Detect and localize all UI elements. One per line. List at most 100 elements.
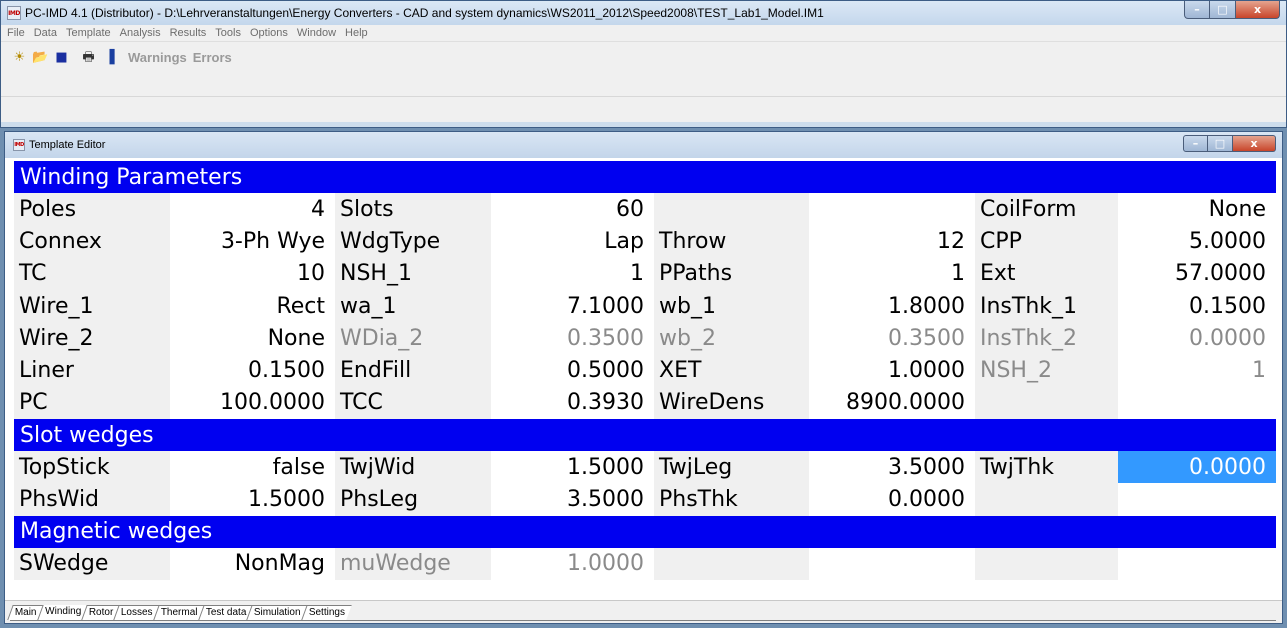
tab-label: Settings [308,607,345,618]
tab-thermal[interactable]: Thermal [153,605,205,620]
parameter-grid: Winding Parameters Poles 4 Slots 60 Coil… [14,161,1276,580]
param-value[interactable]: 57.0000 [1118,257,1276,290]
print-icon[interactable]: 🖶 [80,49,97,66]
param-label: Throw [654,225,809,258]
editor-close-button[interactable]: x [1233,135,1276,152]
minimize-button[interactable]: – [1184,1,1210,19]
menu-help[interactable]: Help [345,27,368,39]
menu-options[interactable]: Options [250,27,288,39]
grid-row: Wire_1 Rect wa_1 7.1000 wb_1 1.8000 InsT… [14,289,1276,323]
maximize-button[interactable]: □ [1210,1,1236,19]
menu-window[interactable]: Window [297,27,336,39]
param-label: Wire_2 [14,322,170,355]
param-value-disabled: 0.3500 [809,322,975,355]
menu-analysis[interactable]: Analysis [120,27,161,39]
param-value[interactable]: 3-Ph Wye [170,225,335,258]
param-value[interactable]: 0.3930 [491,386,654,420]
editor-minimize-button[interactable]: – [1183,135,1208,152]
menu-results[interactable]: Results [170,27,207,39]
param-value[interactable]: 10 [170,257,335,290]
tab-winding[interactable]: Winding [36,605,88,620]
param-value[interactable]: 8900.0000 [809,386,975,420]
menu-tools[interactable]: Tools [215,27,241,39]
param-value[interactable]: 1.5000 [170,483,335,516]
param-value[interactable]: 4 [170,193,335,226]
empty-value-cell [1118,483,1276,516]
tab-simulation[interactable]: Simulation [246,605,308,620]
tab-label: Thermal [160,607,198,618]
param-value[interactable]: 5.0000 [1118,225,1276,258]
grid-row: TC 10 NSH_1 1 PPaths 1 Ext 57.0000 [14,257,1276,290]
template-editor-window: IMD Template Editor – □ x Winding Parame… [4,131,1283,624]
grid-row: TopStick false TwjWid 1.5000 TwjLeg 3.50… [14,451,1276,484]
param-label: NSH_1 [335,257,491,290]
tab-test-data[interactable]: Test data [197,605,253,620]
param-value[interactable]: 1.0000 [809,354,975,387]
param-value[interactable]: 1 [809,257,975,290]
empty-value-cell [809,547,975,580]
param-value[interactable]: Lap [491,225,654,258]
param-label: TopStick [14,451,170,484]
empty-label-cell [975,547,1118,580]
menu-data[interactable]: Data [34,27,57,39]
param-value[interactable]: 3.5000 [491,483,654,516]
param-label: WdgType [335,225,491,258]
param-value[interactable]: None [1118,193,1276,226]
app-icon: IMD [7,6,21,20]
param-label: wb_1 [654,289,809,323]
tab-label: Rotor [88,607,114,618]
param-value-disabled: 0.3500 [491,322,654,355]
param-label-disabled: NSH_2 [975,354,1118,387]
menu-file[interactable]: File [7,27,25,39]
param-value[interactable]: 0.0000 [809,483,975,516]
param-label: TC [14,257,170,290]
param-label-disabled: wb_2 [654,322,809,355]
tab-label: Simulation [254,607,301,618]
param-label: TwjLeg [654,451,809,484]
param-label: PhsThk [654,483,809,516]
errors-button[interactable]: Errors [193,50,232,65]
param-label: SWedge [14,547,170,580]
open-folder-icon[interactable]: 📂 [32,49,49,66]
param-label: Connex [14,225,170,258]
param-value[interactable]: 100.0000 [170,386,335,420]
param-value[interactable]: 60 [491,193,654,226]
selected-param-value[interactable]: 0.0000 [1118,451,1276,484]
param-value[interactable]: Rect [170,289,335,323]
param-value[interactable]: 3.5000 [809,451,975,484]
new-file-icon[interactable]: ☀ [11,49,28,66]
param-value[interactable]: NonMag [170,547,335,580]
param-value[interactable]: 0.1500 [1118,289,1276,323]
param-value[interactable]: 1.5000 [491,451,654,484]
section-slot-wedges: Slot wedges [14,419,1276,452]
editor-maximize-button[interactable]: □ [1208,135,1233,152]
param-value[interactable]: 0.5000 [491,354,654,387]
param-value[interactable]: 12 [809,225,975,258]
menu-template[interactable]: Template [66,27,111,39]
param-value[interactable]: 1.8000 [809,289,975,323]
tab-settings[interactable]: Settings [301,605,352,620]
param-label: Liner [14,354,170,387]
param-value[interactable]: 1 [491,257,654,290]
param-label: Ext [975,257,1118,290]
param-value[interactable]: 0.1500 [170,354,335,387]
param-value[interactable]: 7.1000 [491,289,654,323]
editor-window-controls: – □ x [1183,135,1276,152]
close-button[interactable]: x [1236,1,1280,19]
param-value-disabled: 1.0000 [491,547,654,580]
param-value[interactable]: None [170,322,335,355]
param-label: CPP [975,225,1118,258]
grid-row: Connex 3-Ph Wye WdgType Lap Throw 12 CPP… [14,225,1276,258]
empty-label-cell [654,547,809,580]
param-value[interactable]: false [170,451,335,484]
param-value-disabled: 1 [1118,354,1276,387]
empty-label-cell [975,483,1118,516]
grid-row: Liner 0.1500 EndFill 0.5000 XET 1.0000 N… [14,354,1276,387]
grid-row: Wire_2 None WDia_2 0.3500 wb_2 0.3500 In… [14,322,1276,355]
chart-icon[interactable]: ▐ [101,49,118,66]
warnings-button[interactable]: Warnings [128,50,187,65]
grid-row: PC 100.0000 TCC 0.3930 WireDens 8900.000… [14,386,1276,420]
param-value-disabled: 0.0000 [1118,322,1276,355]
save-disk-icon[interactable]: ■ [53,49,70,66]
tab-label: Losses [121,607,153,618]
